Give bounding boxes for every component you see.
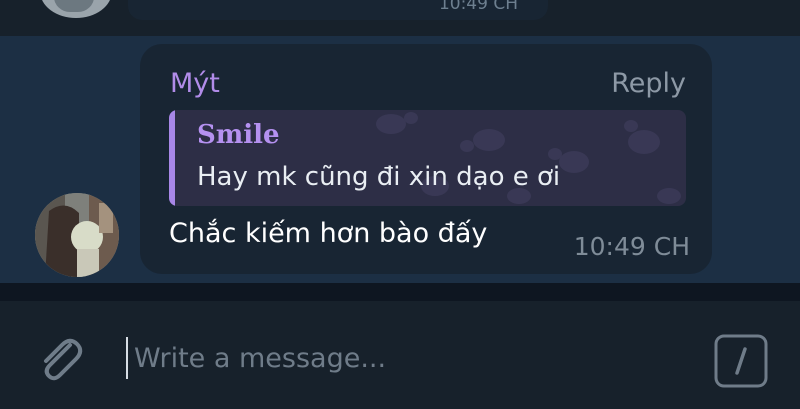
previous-message-row: 10:49 CH	[0, 0, 800, 36]
message-text: Chắc kiếm hơn bào đấy	[169, 218, 488, 249]
message-input[interactable]	[126, 337, 694, 379]
quote-accent-bar	[169, 110, 175, 206]
sender-name[interactable]: Mýt	[170, 68, 220, 99]
reply-button[interactable]: Reply	[611, 68, 686, 99]
quote-text: Hay mk cũng đi xin dạo e ơi	[197, 162, 561, 192]
message-bubble[interactable]: Mýt Reply Smile Hay mk cũng đi xin dạo e…	[140, 44, 712, 274]
message-time: 10:49 CH	[573, 232, 690, 261]
chat-history: 10:49 CH Mýt Reply Smile Hay mk cũng đi …	[0, 0, 800, 283]
message-composer	[0, 301, 800, 409]
commands-button[interactable]	[713, 333, 769, 389]
previous-message-time: 10:49 CH	[438, 0, 518, 14]
previous-message-avatar[interactable]	[40, 0, 112, 18]
composer-divider	[0, 283, 800, 301]
avatar-photo	[35, 193, 119, 277]
reply-quote[interactable]: Smile Hay mk cũng đi xin dạo e ơi	[169, 110, 686, 206]
previous-message-bubble[interactable]: 10:49 CH	[128, 0, 548, 20]
sender-avatar[interactable]	[35, 193, 119, 277]
paperclip-icon	[44, 338, 83, 381]
attach-button[interactable]	[30, 331, 90, 391]
slash-commands-icon	[714, 334, 768, 388]
quote-author: Smile	[197, 120, 280, 150]
